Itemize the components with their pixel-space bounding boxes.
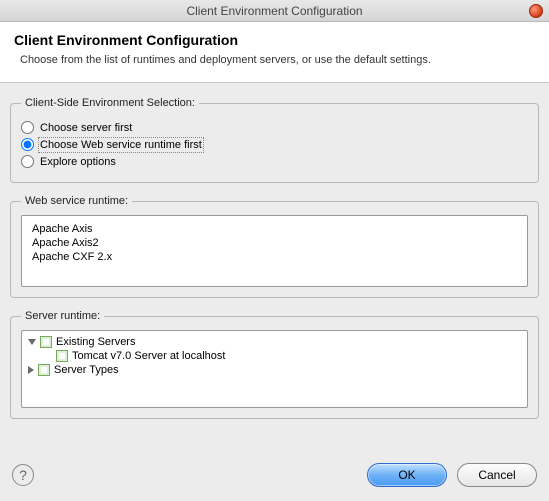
- tree-node-server-types[interactable]: Server Types: [28, 363, 521, 377]
- server-tree[interactable]: Existing Servers Tomcat v7.0 Server at l…: [21, 330, 528, 408]
- chevron-down-icon[interactable]: [28, 339, 36, 345]
- radio-label-runtime-first: Choose Web service runtime first: [40, 139, 202, 151]
- server-icon: [56, 350, 68, 362]
- radio-choose-server-first[interactable]: Choose server first: [21, 121, 528, 134]
- tree-label-existing: Existing Servers: [56, 336, 135, 348]
- list-item[interactable]: Apache CXF 2.x: [30, 250, 519, 264]
- dialog-header: Client Environment Configuration Choose …: [0, 22, 549, 83]
- chevron-right-icon[interactable]: [28, 366, 34, 374]
- radio-input-runtime-first[interactable]: [21, 138, 34, 151]
- window-title: Client Environment Configuration: [186, 4, 362, 18]
- help-icon[interactable]: ?: [12, 464, 34, 486]
- list-item[interactable]: Apache Axis: [30, 222, 519, 236]
- server-group-icon: [38, 364, 50, 376]
- close-icon[interactable]: [529, 4, 543, 18]
- tree-node-existing-servers[interactable]: Existing Servers: [28, 335, 521, 349]
- page-subtitle: Choose from the list of runtimes and dep…: [20, 54, 535, 66]
- web-service-runtime-legend: Web service runtime:: [21, 195, 132, 207]
- list-item[interactable]: Apache Axis2: [30, 236, 519, 250]
- radio-input-server-first[interactable]: [21, 121, 34, 134]
- dialog-footer: ? OK Cancel: [0, 449, 549, 501]
- dialog-body: Client-Side Environment Selection: Choos…: [0, 83, 549, 419]
- environment-selection-group: Client-Side Environment Selection: Choos…: [10, 97, 539, 183]
- runtime-listbox[interactable]: Apache Axis Apache Axis2 Apache CXF 2.x: [21, 215, 528, 287]
- page-title: Client Environment Configuration: [14, 32, 535, 48]
- radio-explore-options[interactable]: Explore options: [21, 155, 528, 168]
- tree-label-types: Server Types: [54, 364, 119, 376]
- tree-label-tomcat: Tomcat v7.0 Server at localhost: [72, 350, 225, 362]
- radio-label-server-first: Choose server first: [40, 122, 132, 134]
- tree-node-tomcat[interactable]: Tomcat v7.0 Server at localhost: [28, 349, 521, 363]
- server-group-icon: [40, 336, 52, 348]
- radio-choose-runtime-first[interactable]: Choose Web service runtime first: [21, 138, 528, 151]
- titlebar: Client Environment Configuration: [0, 0, 549, 22]
- server-runtime-group: Server runtime: Existing Servers Tomcat …: [10, 310, 539, 419]
- web-service-runtime-group: Web service runtime: Apache Axis Apache …: [10, 195, 539, 298]
- ok-button[interactable]: OK: [367, 463, 447, 487]
- radio-input-explore[interactable]: [21, 155, 34, 168]
- server-runtime-legend: Server runtime:: [21, 310, 104, 322]
- cancel-button[interactable]: Cancel: [457, 463, 537, 487]
- environment-selection-legend: Client-Side Environment Selection:: [21, 97, 199, 109]
- radio-label-explore: Explore options: [40, 156, 116, 168]
